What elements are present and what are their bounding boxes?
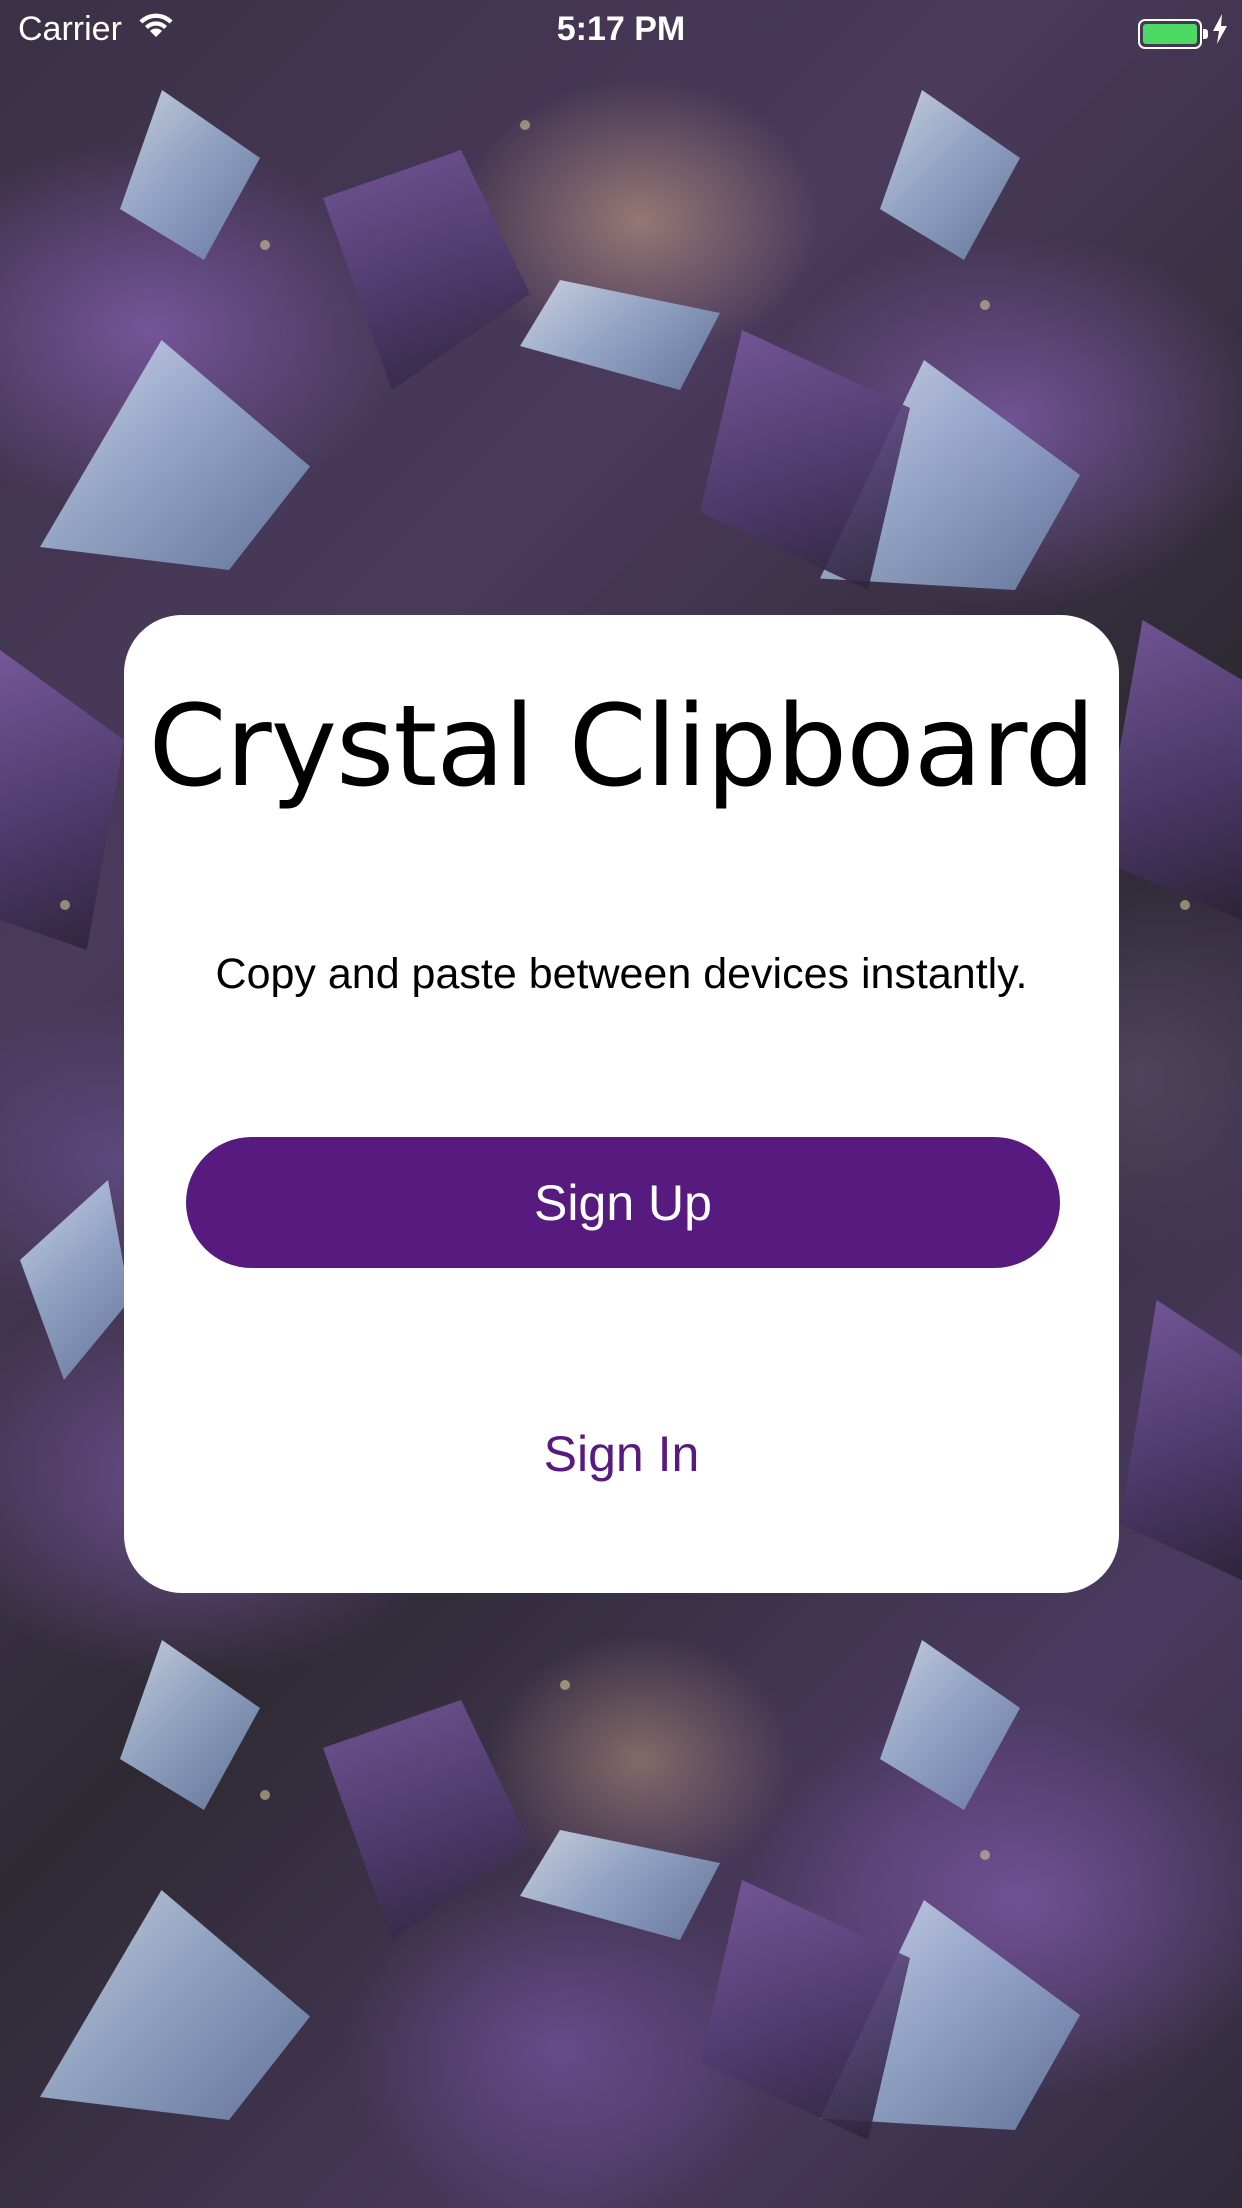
battery-tip [1203, 28, 1208, 39]
crystal-facet [880, 1640, 1020, 1810]
crystal-speck [560, 1680, 570, 1690]
status-bar: Carrier 5:17 PM [0, 0, 1242, 62]
crystal-facet [520, 1830, 720, 1940]
crystal-speck [980, 300, 990, 310]
sign-in-button[interactable]: Sign In [472, 1419, 772, 1489]
crystal-speck [980, 1850, 990, 1860]
crystal-facet [120, 1640, 260, 1810]
crystal-speck [520, 120, 530, 130]
crystal-facet [20, 1180, 130, 1380]
sign-up-button[interactable]: Sign Up [186, 1137, 1060, 1268]
crystal-facet [880, 90, 1020, 260]
crystal-shard [1120, 1300, 1242, 1580]
app-title: Crystal Clipboard [148, 682, 1095, 812]
battery-icon [1138, 18, 1208, 49]
status-time: 5:17 PM [556, 10, 686, 48]
crystal-facet [520, 280, 720, 390]
crystal-speck [260, 240, 270, 250]
crystal-speck [1180, 900, 1190, 910]
crystal-shard [323, 150, 530, 390]
crystal-shard [1100, 620, 1242, 920]
charging-bolt-icon [1212, 14, 1228, 53]
app-tagline: Copy and paste between devices instantly… [215, 950, 1028, 998]
crystal-shard [323, 1700, 530, 1940]
welcome-card: Crystal Clipboard Copy and paste between… [124, 615, 1119, 1593]
crystal-facet [120, 90, 260, 260]
crystal-speck [60, 900, 70, 910]
status-right [1138, 14, 1228, 53]
crystal-facet [40, 340, 310, 570]
crystal-facet [40, 1890, 310, 2120]
battery-level [1143, 23, 1197, 44]
crystal-speck [260, 1790, 270, 1800]
